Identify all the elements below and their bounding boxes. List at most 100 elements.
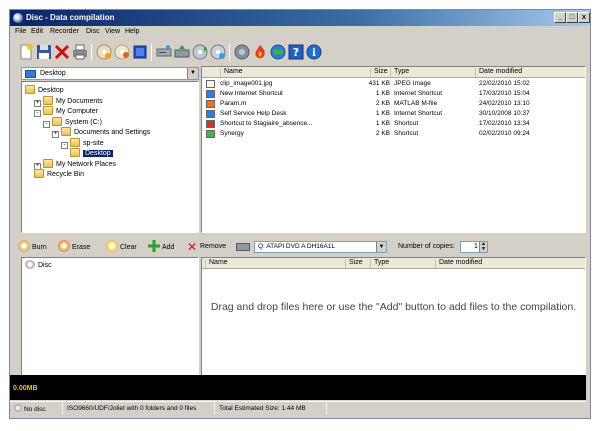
chevron-down-icon[interactable]: ▼	[376, 242, 386, 252]
info-icon[interactable]: i	[306, 44, 322, 60]
folder-icon	[70, 148, 80, 157]
column-name[interactable]: Name	[205, 259, 345, 268]
tree-node[interactable]: Recycle Bin	[34, 169, 84, 180]
new-icon[interactable]	[18, 44, 34, 60]
file-type: Shortcut	[394, 120, 419, 127]
menu-bar: File Edit Recorder Disc View Help	[10, 27, 590, 39]
file-size: 1 KB	[375, 90, 390, 97]
minimize-button[interactable]: _	[554, 12, 566, 23]
file-icon	[206, 80, 215, 88]
file-row[interactable]: Self Service Help Desk 1 KB Internet Short…	[202, 109, 585, 119]
menu-edit[interactable]: Edit	[31, 28, 43, 35]
cd-rip-icon[interactable]	[192, 44, 208, 60]
file-row[interactable]: New Internet Shortcut 1 KB Internet Shortc…	[202, 89, 585, 99]
column-type[interactable]: Type	[370, 259, 435, 268]
column-date-modified[interactable]: Date modified	[435, 259, 585, 268]
svg-text:?: ?	[293, 46, 299, 59]
column-size[interactable]: Size	[345, 259, 370, 268]
location-combo[interactable]: Desktop ▼	[21, 67, 199, 80]
eject-icon[interactable]	[174, 44, 190, 60]
drive-select[interactable]: Q: ATAPI DVD A DH16A1L ▼	[254, 241, 387, 253]
drive-icon[interactable]	[156, 44, 172, 60]
app-window: Disc - Data compilation _ □ x File Edit …	[9, 9, 591, 419]
spin-arrows-icon[interactable]: ▲ ▼	[479, 242, 487, 252]
save-icon[interactable]	[36, 44, 52, 60]
burn-disc-icon	[18, 240, 30, 252]
status-format: ISO9660/UDF/Joliet with 0 folders and 0 …	[67, 405, 197, 412]
no-disc-icon	[14, 404, 22, 412]
burn-settings-icon[interactable]	[234, 44, 250, 60]
copy-disc-icon[interactable]	[96, 44, 112, 60]
file-list-header: Name Size Type Date modified	[202, 67, 585, 78]
copies-label: Number of copies:	[398, 243, 455, 250]
tree-node[interactable]: Desktop	[25, 85, 64, 96]
tree-node-label: Desktop	[83, 150, 113, 157]
fire-icon[interactable]	[252, 44, 268, 60]
compilation-list-panel[interactable]: Name Size Type Date modified Drag and dr…	[201, 257, 586, 381]
collapse-icon[interactable]: -	[34, 110, 41, 117]
file-row[interactable]: Synergy 2 KB Shortcut 02/02/2010 09:24	[202, 129, 585, 139]
expand-icon[interactable]: +	[52, 131, 59, 138]
size-value: 0.00MB	[13, 385, 38, 392]
menu-view[interactable]: View	[105, 28, 120, 35]
folder-icon	[43, 158, 53, 168]
status-disc-label: No disc	[24, 406, 46, 413]
tree-node[interactable]: - sp-site	[61, 137, 104, 149]
menu-file[interactable]: File	[15, 28, 26, 35]
burn-button[interactable]: Burn	[18, 240, 47, 254]
tree-node[interactable]: - My Computer	[34, 106, 98, 117]
tree-node-label: Recycle Bin	[47, 171, 84, 178]
tree-node-label: My Computer	[56, 108, 99, 115]
status-disc: No disc	[14, 404, 46, 415]
compilation-root[interactable]: Disc	[25, 260, 52, 271]
tree-node[interactable]: - System (C:)	[43, 116, 102, 128]
column-name[interactable]: Name	[220, 68, 370, 77]
file-icon	[206, 100, 215, 108]
tree-node[interactable]: + My Network Places	[34, 158, 116, 170]
column-size[interactable]: Size	[370, 68, 390, 77]
restore-button[interactable]: □	[566, 12, 578, 23]
clear-icon	[106, 240, 118, 252]
file-row[interactable]: clip_image001.jpg 431 KB JPEG Image 22/02/2…	[202, 79, 585, 89]
print-icon[interactable]	[72, 44, 88, 60]
add-label: Add	[162, 244, 175, 251]
blank-disc-icon[interactable]	[114, 44, 130, 60]
collapse-icon[interactable]: -	[43, 120, 50, 128]
chevron-down-icon[interactable]: ▼	[187, 68, 198, 79]
menu-disc[interactable]: Disc	[86, 28, 100, 35]
folder-tree-panel[interactable]: Desktop + My Documents - My Computer - System …	[21, 81, 199, 233]
add-button[interactable]: Add	[148, 240, 174, 254]
desktop-icon	[25, 70, 36, 78]
close-button[interactable]: x	[578, 12, 590, 23]
erase-button[interactable]: Erase	[58, 240, 90, 254]
globe-icon[interactable]	[270, 44, 286, 60]
file-name: Param.m	[220, 100, 247, 107]
disc-info-icon[interactable]	[132, 44, 148, 60]
remove-button[interactable]: ✕ Remove	[186, 240, 226, 254]
toolbar-separator	[151, 44, 152, 61]
file-list-panel[interactable]: Name Size Type Date modified clip_image0…	[201, 66, 586, 233]
delete-icon[interactable]	[54, 44, 70, 60]
tree-node[interactable]: + Documents and Settings	[52, 127, 150, 138]
cd-player-icon[interactable]	[210, 44, 226, 60]
copies-stepper[interactable]: 1 ▲ ▼	[460, 241, 488, 253]
clear-button[interactable]: Clear	[106, 240, 137, 254]
title-bar[interactable]: Disc - Data compilation _ □ x	[10, 10, 590, 26]
tree-node[interactable]: Desktop	[70, 148, 113, 159]
file-date-modified: 02/02/2010 09:24	[479, 130, 530, 137]
file-name: Self Service Help Desk	[220, 110, 287, 117]
status-divider	[214, 403, 215, 414]
file-row[interactable]: Shortcut to Stagiaire_absence... 1 KB Shor…	[202, 119, 585, 129]
menu-recorder[interactable]: Recorder	[50, 28, 79, 35]
drive-select-value: Q: ATAPI DVD A DH16A1L	[258, 243, 336, 250]
help-icon[interactable]: ?	[288, 44, 304, 60]
column-date-modified[interactable]: Date modified	[475, 68, 585, 77]
collapse-icon[interactable]: -	[61, 141, 68, 149]
column-type[interactable]: Type	[390, 68, 475, 77]
tree-node-label: My Network Places	[56, 160, 116, 168]
file-row[interactable]: Param.m 2 KB MATLAB M-file 24/02/2010 13:10	[202, 99, 585, 109]
folder-icon	[61, 127, 71, 136]
tree-node[interactable]: + My Documents	[34, 95, 103, 107]
compilation-tree-panel[interactable]: Disc	[21, 257, 199, 381]
menu-help[interactable]: Help	[125, 28, 139, 35]
